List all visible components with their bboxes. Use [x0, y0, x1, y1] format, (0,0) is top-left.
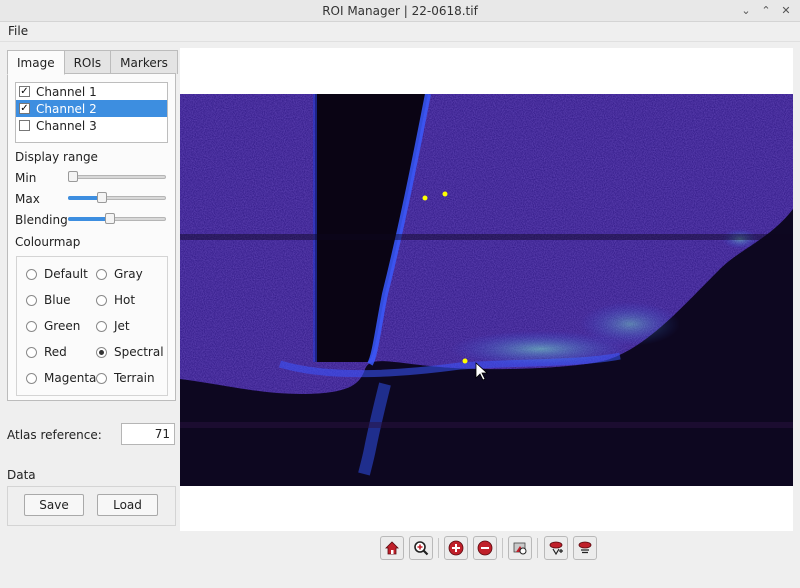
channel-1-label: Channel 1 [36, 84, 97, 99]
blending-slider-handle[interactable] [105, 213, 115, 224]
min-label: Min [15, 171, 37, 185]
marker-point-2[interactable] [442, 191, 448, 197]
colourmap-label-green: Green [44, 319, 81, 333]
atlas-reference-input[interactable]: 71 [121, 423, 175, 445]
load-button[interactable]: Load [97, 494, 158, 516]
fluorescence-cluster-2 [580, 302, 680, 346]
channel-row-2[interactable]: ✓ Channel 2 [16, 100, 167, 117]
microscopy-image[interactable] [180, 94, 793, 486]
toolbar-separator [537, 538, 538, 558]
atlas-reference-label: Atlas reference: [7, 428, 102, 442]
colourmap-radio-blue[interactable] [26, 294, 37, 306]
colourmap-label-jet: Jet [114, 319, 130, 333]
toolbar-separator [438, 538, 439, 558]
tab-bar: Image ROIs Markers [7, 50, 178, 75]
menu-bar: File [0, 22, 800, 42]
channel-3-checkbox[interactable] [19, 120, 30, 131]
channel-2-checkbox[interactable]: ✓ [19, 103, 30, 114]
channel-row-3[interactable]: Channel 3 [16, 117, 167, 134]
home-icon [385, 541, 399, 555]
window-title: ROI Manager | 22-0618.tif [322, 4, 478, 18]
colourmap-option-default[interactable]: Default [26, 267, 88, 281]
colourmap-option-jet[interactable]: Jet [96, 319, 130, 333]
channel-list[interactable]: ✓ Channel 1 ✓ Channel 2 Channel 3 [15, 82, 168, 143]
colourmap-radio-gray[interactable] [96, 268, 107, 280]
tab-markers[interactable]: Markers [110, 50, 178, 74]
colourmap-label-magenta: Magenta [44, 371, 97, 385]
max-slider[interactable] [68, 192, 166, 203]
image-tab-panel: ✓ Channel 1 ✓ Channel 2 Channel 3 Displa… [7, 73, 176, 401]
reset-view-icon [513, 542, 527, 555]
zoom-out-icon [477, 540, 493, 556]
channel-2-label: Channel 2 [36, 101, 97, 116]
zoom-region-icon [414, 541, 429, 556]
menu-file[interactable]: File [8, 24, 28, 38]
colourmap-radio-green[interactable] [26, 320, 37, 332]
tab-rois[interactable]: ROIs [63, 50, 112, 74]
min-slider-handle[interactable] [68, 171, 78, 182]
colourmap-label-gray: Gray [114, 267, 143, 281]
colourmap-title: Colourmap [15, 235, 81, 249]
title-bar: ROI Manager | 22-0618.tif ⌄ ⌃ ✕ [0, 0, 800, 22]
toolbar-separator [502, 538, 503, 558]
colourmap-option-hot[interactable]: Hot [96, 293, 135, 307]
colourmap-option-terrain[interactable]: Terrain [96, 371, 155, 385]
colourmap-label-spectral: Spectral [114, 345, 164, 359]
close-icon[interactable]: ✕ [778, 3, 794, 19]
reset-view-button[interactable] [508, 536, 532, 560]
blending-label: Blending [15, 213, 68, 227]
zoom-region-button[interactable] [409, 536, 433, 560]
data-group: Save Load [7, 486, 176, 526]
add-marker-icon [549, 541, 563, 556]
colourmap-radio-jet[interactable] [96, 320, 107, 332]
max-slider-handle[interactable] [97, 192, 107, 203]
maximize-icon[interactable]: ⌃ [758, 3, 774, 19]
save-button[interactable]: Save [24, 494, 84, 516]
max-label: Max [15, 192, 40, 206]
tab-image[interactable]: Image [7, 50, 65, 75]
marker-point-1[interactable] [422, 195, 428, 201]
image-viewer[interactable] [180, 48, 793, 531]
colourmap-option-blue[interactable]: Blue [26, 293, 71, 307]
blending-slider[interactable] [68, 213, 166, 224]
colourmap-label-hot: Hot [114, 293, 136, 307]
channel-3-label: Channel 3 [36, 118, 97, 133]
colourmap-option-magenta[interactable]: Magenta [26, 371, 96, 385]
data-title: Data [7, 468, 36, 482]
colourmap-option-green[interactable]: Green [26, 319, 80, 333]
colourmap-radio-red[interactable] [26, 346, 37, 358]
colourmap-radio-magenta[interactable] [26, 372, 37, 384]
view-toolbar [0, 536, 800, 562]
remove-marker-button[interactable] [573, 536, 597, 560]
channel-1-checkbox[interactable]: ✓ [19, 86, 30, 97]
colourmap-group: Default Gray Blue Hot Green Jet Red Spectral Mag… [16, 256, 168, 396]
colourmap-label-terrain: Terrain [114, 371, 155, 385]
zoom-out-button[interactable] [473, 536, 497, 560]
remove-marker-icon [578, 541, 592, 554]
colourmap-radio-hot[interactable] [96, 294, 107, 306]
scan-line-2 [180, 422, 793, 428]
colourmap-option-red[interactable]: Red [26, 345, 67, 359]
colourmap-radio-spectral[interactable] [96, 346, 107, 358]
home-button[interactable] [380, 536, 404, 560]
add-marker-button[interactable] [544, 536, 568, 560]
colourmap-radio-terrain[interactable] [96, 372, 107, 384]
colourmap-label-default: Default [44, 267, 88, 281]
minimize-icon[interactable]: ⌄ [738, 3, 754, 19]
colourmap-option-gray[interactable]: Gray [96, 267, 143, 281]
colourmap-option-spectral[interactable]: Spectral [96, 345, 164, 359]
min-slider[interactable] [68, 171, 166, 182]
zoom-in-button[interactable] [444, 536, 468, 560]
display-range-title: Display range [15, 150, 98, 164]
channel-row-1[interactable]: ✓ Channel 1 [16, 83, 167, 100]
colourmap-radio-default[interactable] [26, 268, 37, 280]
colourmap-label-blue: Blue [44, 293, 71, 307]
marker-point-3[interactable] [462, 358, 468, 364]
scan-line-1 [180, 234, 793, 240]
zoom-in-icon [448, 540, 464, 556]
colourmap-label-red: Red [44, 345, 67, 359]
